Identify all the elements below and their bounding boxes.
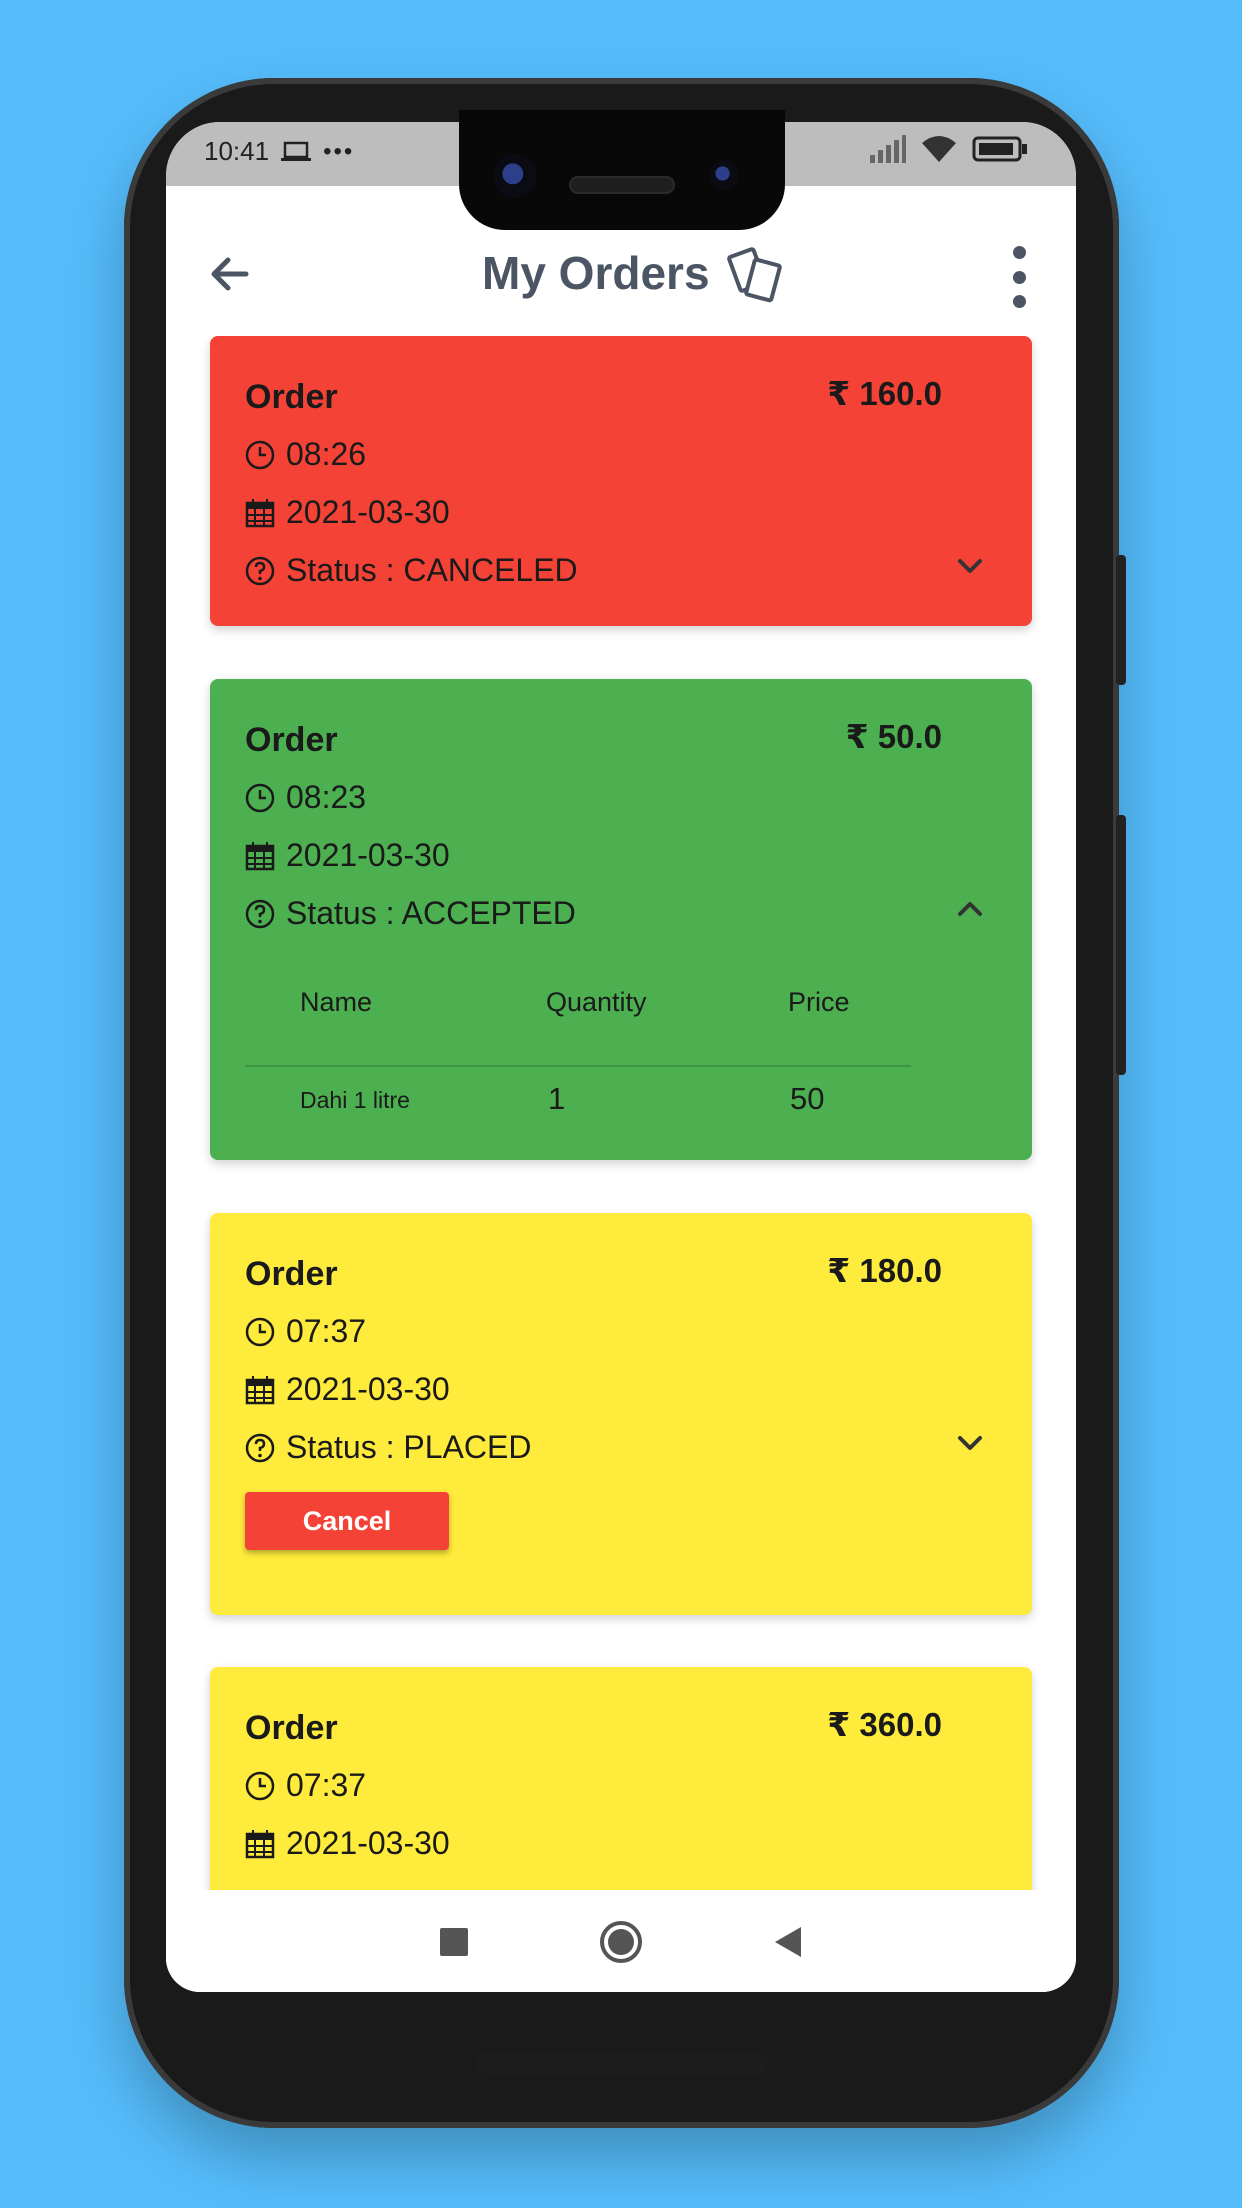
order-status: Status : CANCELED bbox=[286, 552, 578, 588]
back-arrow-icon[interactable] bbox=[202, 246, 258, 302]
screen: 10:41 ••• My Orders Order ₹ 160.0 08:26 … bbox=[166, 122, 1076, 1992]
clock-icon bbox=[245, 1771, 275, 1800]
order-date: 2021-03-30 bbox=[286, 1371, 450, 1407]
order-time: 07:37 bbox=[286, 1767, 367, 1803]
question-icon bbox=[245, 899, 275, 928]
chevron-up-icon[interactable] bbox=[950, 889, 990, 929]
order-label: Order bbox=[245, 378, 338, 416]
order-time: 08:26 bbox=[286, 436, 367, 472]
calendar-icon bbox=[245, 498, 275, 527]
order-status: Status : PLACED bbox=[286, 1429, 532, 1465]
table-header-price: Price bbox=[788, 987, 850, 1017]
camera-notch bbox=[459, 110, 785, 230]
order-date: 2021-03-30 bbox=[286, 837, 450, 873]
orders-list: Order ₹ 160.0 08:26 2021-03-30 Status : … bbox=[166, 336, 1076, 1890]
clock-icon bbox=[245, 783, 275, 812]
power-button bbox=[1116, 555, 1126, 685]
clock-icon bbox=[245, 440, 275, 469]
wifi-icon bbox=[922, 136, 956, 162]
page-title: My Orders bbox=[482, 247, 710, 299]
order-status: Status : ACCEPTED bbox=[286, 895, 576, 931]
table-header-name: Name bbox=[300, 987, 373, 1017]
question-icon bbox=[245, 1433, 275, 1462]
table-header-quantity: Quantity bbox=[546, 987, 647, 1017]
chevron-down-icon[interactable] bbox=[950, 1877, 990, 1890]
front-camera bbox=[493, 154, 537, 198]
table-cell-name: Dahi 1 litre bbox=[300, 1087, 410, 1113]
order-date: 2021-03-30 bbox=[286, 1825, 450, 1861]
table-cell-price: 50 bbox=[790, 1081, 825, 1116]
recents-button[interactable] bbox=[426, 1914, 482, 1970]
question-icon bbox=[245, 556, 275, 585]
earpiece-speaker bbox=[569, 176, 675, 194]
order-card[interactable]: Order ₹ 50.0 08:23 2021-03-30 Status : A… bbox=[210, 679, 1032, 1160]
calendar-icon bbox=[245, 841, 275, 870]
front-sensor bbox=[709, 160, 739, 190]
chevron-down-icon[interactable] bbox=[950, 546, 990, 586]
order-price: ₹ 360.0 bbox=[827, 1706, 942, 1743]
order-card[interactable]: Order ₹ 180.0 07:37 2021-03-30 Status : … bbox=[210, 1213, 1032, 1615]
order-time: 08:23 bbox=[286, 779, 367, 815]
more-options-icon[interactable] bbox=[1004, 246, 1034, 308]
order-card[interactable]: Order ₹ 360.0 07:37 2021-03-30 bbox=[210, 1667, 1032, 1890]
table-divider bbox=[245, 1065, 911, 1067]
cancel-order-button[interactable]: Cancel bbox=[245, 1492, 449, 1550]
table-cell-quantity: 1 bbox=[548, 1081, 566, 1116]
orders-icon bbox=[727, 247, 782, 303]
more-notifications-icon: ••• bbox=[323, 137, 355, 165]
clock-icon bbox=[245, 1317, 275, 1346]
triangle-back-icon bbox=[775, 1927, 801, 1957]
order-label: Order bbox=[245, 721, 338, 759]
calendar-icon bbox=[245, 1375, 275, 1404]
back-button[interactable] bbox=[760, 1914, 816, 1970]
bottom-speaker-grille bbox=[476, 2052, 768, 2074]
order-price: ₹ 180.0 bbox=[827, 1252, 942, 1289]
signal-icon bbox=[870, 135, 906, 163]
order-price: ₹ 50.0 bbox=[845, 718, 942, 755]
order-label: Order bbox=[245, 1709, 338, 1747]
calendar-icon bbox=[245, 1829, 275, 1858]
order-date: 2021-03-30 bbox=[286, 494, 450, 530]
status-time: 10:41 bbox=[204, 136, 270, 166]
laptop-icon bbox=[281, 141, 312, 161]
order-price: ₹ 160.0 bbox=[827, 375, 942, 412]
order-time: 07:37 bbox=[286, 1313, 367, 1349]
system-nav-bar bbox=[166, 1890, 1076, 1992]
order-card[interactable]: Order ₹ 160.0 08:26 2021-03-30 Status : … bbox=[210, 336, 1032, 626]
home-button[interactable] bbox=[593, 1914, 649, 1970]
square-icon bbox=[440, 1928, 468, 1956]
volume-button bbox=[1116, 815, 1126, 1075]
chevron-down-icon[interactable] bbox=[950, 1423, 990, 1463]
circle-icon bbox=[600, 1921, 642, 1963]
order-label: Order bbox=[245, 1255, 338, 1293]
battery-icon bbox=[972, 136, 1027, 162]
